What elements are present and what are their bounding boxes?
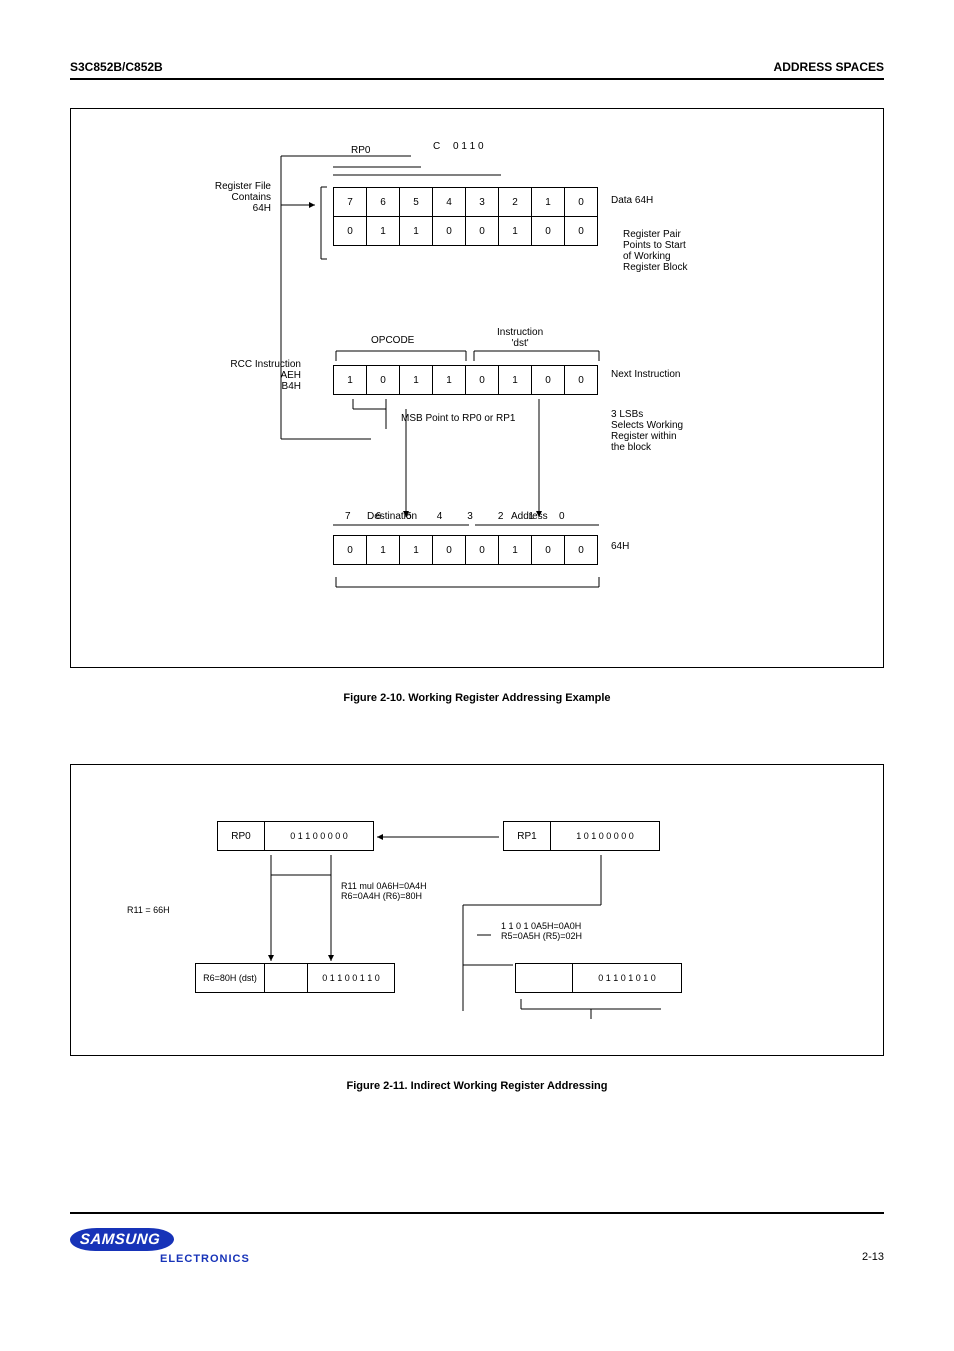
regfile-idx: 2 — [498, 187, 532, 217]
regfile-bit: 0 — [432, 216, 466, 246]
instr-bit: 0 — [366, 365, 400, 395]
header-left: S3C852B/C852B — [70, 60, 163, 74]
regfile-idx: 7 — [333, 187, 367, 217]
dest-bit: 0 — [465, 535, 499, 565]
r1101-eval-label: 1 1 0 1 0A5H=0A0H R5=0A5H (R5)=02H — [501, 921, 582, 941]
instr-bit: 1 — [399, 365, 433, 395]
header-rule — [70, 78, 884, 80]
regfile-bit: 0 — [333, 216, 367, 246]
instr-bit: 1 — [432, 365, 466, 395]
regfile-bit: 1 — [498, 216, 532, 246]
byte-0110: 0 1 1 0 — [453, 141, 484, 152]
instr-bit: 0 — [564, 365, 598, 395]
msb-point-label: MSB Point to RP0 or RP1 — [401, 413, 516, 424]
data-64h-label: Data 64H — [611, 195, 653, 206]
dest-bit: 1 — [399, 535, 433, 565]
c-label: C — [433, 141, 440, 152]
r11-66h-label: R11 = 66H — [127, 905, 170, 915]
regfile-idx: 1 — [531, 187, 565, 217]
figure-1-caption: Figure 2-10. Working Register Addressing… — [70, 692, 884, 704]
three-lsb-label: 3 LSBs Selects Working Register within t… — [611, 409, 683, 453]
figure-2-connectors — [71, 765, 885, 1057]
header-right: ADDRESS SPACES — [774, 60, 884, 74]
r6-dst-box: R6=80H (dst) 0 1 1 0 0 1 1 0 — [195, 963, 395, 993]
regfile-idx: 5 — [399, 187, 433, 217]
regfile-idx: 0 — [564, 187, 598, 217]
instr-bit: 1 — [498, 365, 532, 395]
instr-bit: 0 — [531, 365, 565, 395]
r6-r6-value-box: 0 1 1 0 1 0 1 0 — [572, 963, 682, 993]
r11-mul-label: R11 mul 0A6H=0A4H R6=0A4H (R6)=80H — [341, 881, 427, 901]
dest-bit: 0 — [564, 535, 598, 565]
destination-label: Destination — [367, 511, 417, 522]
regfile-bit: 0 — [564, 216, 598, 246]
reg-pair-label: Register Pair Points to Start of Working… — [623, 229, 687, 273]
regfile-bit: 0 — [531, 216, 565, 246]
next-instr-label: Next Instruction — [611, 369, 680, 380]
dest-bit: 0 — [432, 535, 466, 565]
regfile-idx: 6 — [366, 187, 400, 217]
instr-bit: 0 — [465, 365, 499, 395]
rcc-instr-label: RCC Instruction AEH B4H — [161, 359, 301, 392]
r6-value-box: 0 1 1 0 0 1 1 0 — [307, 963, 395, 993]
regfile-bit: 1 — [399, 216, 433, 246]
instruction-row: 1 0 1 1 0 1 0 0 — [333, 365, 598, 395]
destination-row: 0 1 1 0 0 1 0 0 — [333, 535, 598, 565]
page-header: S3C852B/C852B ADDRESS SPACES — [70, 60, 884, 78]
regfile-bit: 0 — [465, 216, 499, 246]
regfile-idx: 4 — [432, 187, 466, 217]
rp1-value-box: 1 0 1 0 0 0 0 0 — [550, 821, 660, 851]
samsung-logo: SAMSUNG — [69, 1228, 175, 1251]
dst-instr-label: Instruction 'dst' — [497, 327, 543, 349]
figure-2-caption: Figure 2-11. Indirect Working Register A… — [70, 1080, 884, 1092]
dest-bit: 0 — [531, 535, 565, 565]
opcode-label: OPCODE — [371, 335, 414, 346]
dest-bit: 1 — [498, 535, 532, 565]
regfile-grid: 7 6 5 4 3 2 1 0 0 1 1 0 0 1 0 0 — [333, 187, 598, 246]
figure-2-frame: RP0 0 1 1 0 0 0 0 0 RP1 1 0 1 0 0 0 0 0 … — [70, 764, 884, 1056]
dest-bit: 0 — [333, 535, 367, 565]
address-label: Address — [511, 511, 548, 522]
regfile-bit: 1 — [366, 216, 400, 246]
regfile-idx: 3 — [465, 187, 499, 217]
rp0-value-box: 0 1 1 0 0 0 0 0 — [264, 821, 374, 851]
figure-1-frame: RP0 C 0 1 1 0 Register File Contains 64H… — [70, 108, 884, 668]
rp0-label: RP0 — [351, 145, 370, 156]
instr-bit: 1 — [333, 365, 367, 395]
footer-rule — [70, 1212, 884, 1214]
rp0-box: RP0 0 1 1 0 0 0 0 0 — [217, 821, 374, 851]
reg-file-label: Register File Contains 64H — [161, 181, 271, 214]
dest-bit: 1 — [366, 535, 400, 565]
r6-r6-box: 0 1 1 0 1 0 1 0 — [515, 963, 682, 993]
dest-64h-label: 64H — [611, 541, 629, 552]
page: S3C852B/C852B ADDRESS SPACES — [0, 0, 954, 1303]
rp1-box: RP1 1 0 1 0 0 0 0 0 — [503, 821, 660, 851]
